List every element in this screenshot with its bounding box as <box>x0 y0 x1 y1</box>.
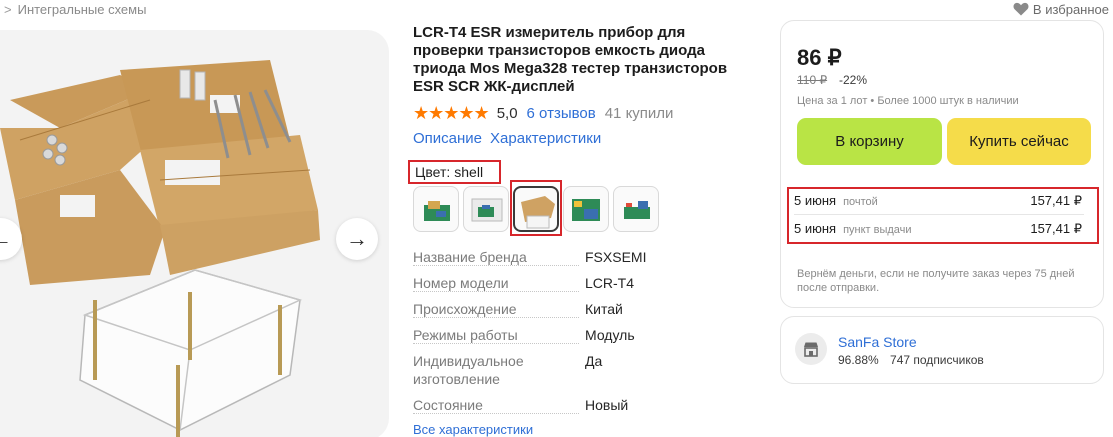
product-image <box>0 60 320 437</box>
delivery-cost: 157,41 ₽ <box>1030 193 1082 208</box>
delivery-cost: 157,41 ₽ <box>1030 221 1082 236</box>
specs-list: Название бренда FSXSEMI Номер модели LCR… <box>413 248 758 422</box>
spec-value: Модуль <box>585 327 635 343</box>
product-info: LCR-T4 ESR измеритель прибор для проверк… <box>413 24 758 147</box>
store-rating: 96.88% <box>838 353 879 367</box>
spec-row: Происхождение Китай <box>413 300 758 318</box>
spec-name: Состояние <box>413 396 579 414</box>
store-stats: 96.88% 747 подписчиков <box>838 353 992 367</box>
breadcrumb: > Интегральные схемы <box>0 0 146 18</box>
all-specs-link[interactable]: Все характеристики <box>413 422 533 437</box>
refund-guarantee: Вернём деньги, если не получите заказ че… <box>797 268 1075 294</box>
spec-name: Номер модели <box>413 274 579 292</box>
spec-value: Китай <box>585 301 623 317</box>
arrow-right-icon: → <box>346 226 368 251</box>
color-swatch[interactable] <box>463 186 509 232</box>
selected-swatch-highlight <box>510 180 562 236</box>
divider <box>794 214 1084 215</box>
color-selector-label: Цвет: shell <box>408 160 501 184</box>
product-tabs: Описание Характеристики <box>413 130 758 147</box>
delivery-method: почтой <box>843 196 878 208</box>
product-title: LCR-T4 ESR измеритель прибор для проверк… <box>413 24 728 95</box>
swatch-thumbnail <box>572 199 600 221</box>
buy-card: 86 ₽ 110 ₽ -22% Цена за 1 лот • Более 10… <box>780 20 1104 308</box>
reviews-link[interactable]: 6 отзывов <box>527 105 596 122</box>
lot-info: Цена за 1 лот • Более 1000 штук в наличи… <box>797 95 1019 107</box>
spec-row: Индивидуальное изготовление Да <box>413 352 758 388</box>
delivery-option-pickup[interactable]: 5 июня пункт выдачи 157,41 ₽ <box>794 221 1082 237</box>
add-to-cart-button[interactable]: В корзину <box>797 118 942 165</box>
swatch-thumbnail <box>424 201 450 221</box>
store-icon <box>795 333 827 365</box>
bought-count: 41 купили <box>604 105 674 122</box>
swatch-thumbnail <box>471 198 503 222</box>
shop-icon <box>804 342 818 357</box>
tab-description[interactable]: Описание <box>413 130 482 147</box>
spec-name: Режимы работы <box>413 326 579 344</box>
spec-name: Происхождение <box>413 300 579 318</box>
arrow-left-icon: ← <box>0 226 12 251</box>
heart-icon <box>1013 2 1029 16</box>
gallery-next-button[interactable]: → <box>336 218 378 260</box>
spec-row: Состояние Новый <box>413 396 758 414</box>
store-name[interactable]: SanFa Store <box>838 334 917 350</box>
delivery-date: 5 июня <box>794 221 837 236</box>
breadcrumb-separator: > <box>4 1 12 17</box>
buy-now-button[interactable]: Купить сейчас <box>947 118 1091 165</box>
delivery-date: 5 июня <box>794 193 837 208</box>
price: 86 ₽ <box>797 45 842 70</box>
store-followers: 747 подписчиков <box>890 353 984 367</box>
spec-name: Название бренда <box>413 248 579 266</box>
spec-row: Режимы работы Модуль <box>413 326 758 344</box>
old-price: 110 ₽ <box>797 73 828 87</box>
favorite-label: В избранное <box>1032 1 1109 17</box>
add-to-favorites-button[interactable]: В избранное <box>1013 0 1109 18</box>
star-rating-icon: ★★★★★ <box>413 103 490 123</box>
spec-value: Новый <box>585 397 629 413</box>
color-swatch[interactable] <box>613 186 659 232</box>
rating-value: 5,0 <box>496 105 518 122</box>
spec-value: Да <box>585 353 603 369</box>
spec-value: LCR-T4 <box>585 275 635 291</box>
product-gallery[interactable]: ← → <box>0 30 389 437</box>
spec-row: Название бренда FSXSEMI <box>413 248 758 266</box>
discount-badge: -22% <box>839 73 868 87</box>
delivery-option-post[interactable]: 5 июня почтой 157,41 ₽ <box>794 193 1082 209</box>
swatch-thumbnail <box>624 201 650 219</box>
color-swatch[interactable] <box>413 186 459 232</box>
spec-row: Номер модели LCR-T4 <box>413 274 758 292</box>
color-label: Цвет: <box>415 164 451 180</box>
color-swatch[interactable] <box>563 186 609 232</box>
spec-value: FSXSEMI <box>585 249 647 265</box>
delivery-method: пункт выдачи <box>843 224 912 236</box>
spec-name: Индивидуальное изготовление <box>413 353 524 387</box>
store-card[interactable]: SanFa Store 96.88% 747 подписчиков <box>780 316 1104 384</box>
rating-row: ★★★★★ 5,0 6 отзывов 41 купили <box>413 103 758 124</box>
tab-characteristics[interactable]: Характеристики <box>490 130 601 147</box>
color-value: shell <box>454 164 484 180</box>
breadcrumb-current[interactable]: Интегральные схемы <box>18 2 147 17</box>
